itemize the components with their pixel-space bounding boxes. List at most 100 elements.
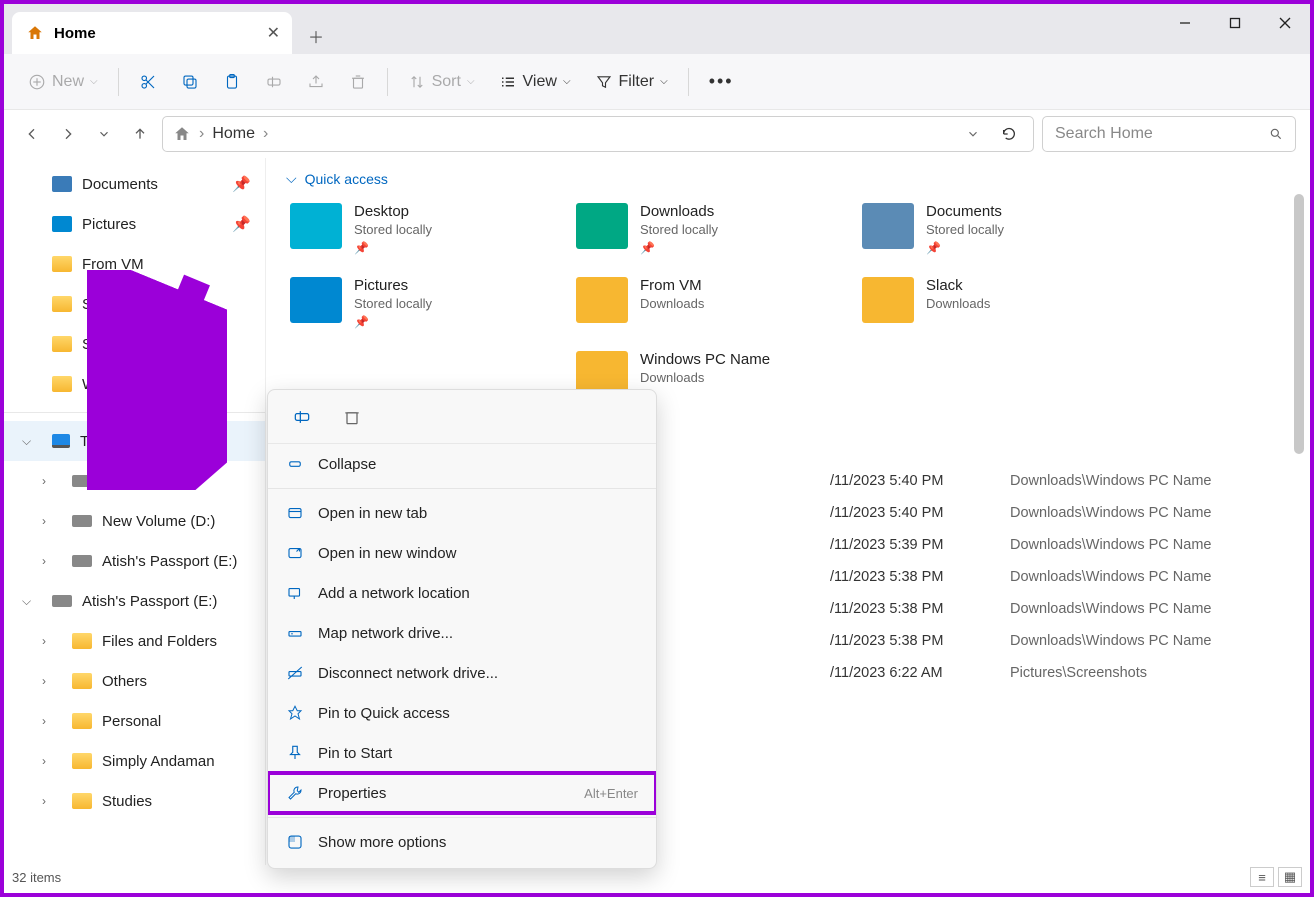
chevron-right-icon[interactable]: › (42, 754, 46, 768)
chevron-right-icon[interactable]: › (42, 514, 46, 528)
ctx-rename-button[interactable] (288, 403, 316, 431)
tab-home[interactable]: Home ✕ (12, 12, 292, 54)
drive-map-icon (286, 624, 304, 642)
sidebar-drive[interactable]: ›Atish's Passport (E:) (4, 541, 265, 581)
pc-icon (52, 434, 70, 448)
sort-button[interactable]: Sort ⌵ (398, 64, 485, 100)
breadcrumb-sep: › (199, 125, 204, 143)
copy-icon (181, 73, 199, 91)
folder-icon (52, 336, 72, 352)
quickaccess-item[interactable]: DesktopStored locally📌 (286, 199, 556, 259)
share-button[interactable] (297, 64, 335, 100)
view-button[interactable]: View ⌵ (489, 64, 581, 100)
ctx-pin-start[interactable]: Pin to Start (268, 733, 656, 773)
tab-title: Home (54, 25, 96, 42)
scissors-icon (139, 73, 157, 91)
quickaccess-item[interactable]: DocumentsStored locally📌 (858, 199, 1128, 259)
ctx-collapse[interactable]: Collapse (268, 444, 656, 484)
folder-icon (72, 793, 92, 809)
ctx-add-network[interactable]: Add a network location (268, 573, 656, 613)
separator (268, 488, 656, 489)
quickaccess-item[interactable]: SlackDownloads (858, 273, 1128, 333)
sidebar-item[interactable]: Windows PC Name (4, 364, 265, 404)
breadcrumb-sep: › (263, 125, 268, 143)
chevron-right-icon[interactable]: › (42, 474, 46, 488)
quickaccess-item[interactable]: PicturesStored locally📌 (286, 273, 556, 333)
share-icon (307, 73, 325, 91)
ctx-open-tab[interactable]: Open in new tab (268, 493, 656, 533)
folder-icon (862, 277, 914, 323)
sidebar-folder[interactable]: ›Simply Andaman (4, 741, 265, 781)
sidebar-folder[interactable]: ›Files and Folders (4, 621, 265, 661)
forward-button[interactable] (54, 120, 82, 148)
chevron-down-icon[interactable]: ⌵ (22, 434, 31, 449)
more-button[interactable]: ••• (699, 64, 744, 100)
new-button[interactable]: New ⌵ (18, 64, 108, 100)
search-icon (1269, 127, 1283, 141)
chevron-right-icon[interactable]: › (42, 674, 46, 688)
maximize-button[interactable] (1210, 4, 1260, 42)
window-controls (1160, 4, 1310, 42)
sidebar-item[interactable]: Slack (4, 284, 265, 324)
ctx-properties[interactable]: PropertiesAlt+Enter (268, 773, 656, 813)
refresh-button[interactable] (995, 126, 1023, 142)
titlebar: Home ✕ ＋ (4, 4, 1310, 54)
copy-button[interactable] (171, 64, 209, 100)
ctx-open-window[interactable]: Open in new window (268, 533, 656, 573)
sidebar-folder[interactable]: ›Personal (4, 701, 265, 741)
scrollbar-main[interactable] (1294, 194, 1306, 864)
ctx-delete-button[interactable] (338, 403, 366, 431)
back-button[interactable] (18, 120, 46, 148)
paste-button[interactable] (213, 64, 251, 100)
sidebar-ext-drive[interactable]: ⌵ Atish's Passport (E:) (4, 581, 265, 621)
separator (688, 68, 689, 96)
close-window-button[interactable] (1260, 4, 1310, 42)
ctx-map-drive[interactable]: Map network drive... (268, 613, 656, 653)
chevron-down-icon[interactable]: ⌵ (22, 594, 31, 609)
ctx-disconnect-drive[interactable]: Disconnect network drive... (268, 653, 656, 693)
separator (268, 817, 656, 818)
scroll-thumb[interactable] (1294, 194, 1304, 454)
address-history-button[interactable] (959, 127, 987, 141)
sidebar-drive[interactable]: ›New Volume (D:) (4, 501, 265, 541)
rename-button[interactable] (255, 64, 293, 100)
chevron-right-icon[interactable]: › (42, 634, 46, 648)
ctx-pin-quickaccess[interactable]: Pin to Quick access (268, 693, 656, 733)
new-tab-button[interactable]: ＋ (298, 18, 334, 54)
quickaccess-item[interactable]: From VMDownloads (572, 273, 842, 333)
sidebar-item[interactable]: Pictures📌 (4, 204, 265, 244)
disconnect-icon (286, 664, 304, 682)
section-quickaccess[interactable]: ⌵ Quick access (286, 170, 1290, 187)
chevron-right-icon[interactable]: › (42, 714, 46, 728)
details-view-button[interactable]: ≡ (1250, 867, 1274, 887)
delete-button[interactable] (339, 64, 377, 100)
sidebar-folder[interactable]: ›Studies (4, 781, 265, 821)
minimize-button[interactable] (1160, 4, 1210, 42)
ctx-show-more[interactable]: Show more options (268, 822, 656, 862)
sidebar-item[interactable]: Documents📌 (4, 164, 265, 204)
chevron-right-icon[interactable]: › (42, 554, 46, 568)
folder-icon (52, 296, 72, 312)
pin-icon: 📌 (354, 315, 432, 329)
search-input[interactable]: Search Home (1042, 116, 1296, 152)
up-button[interactable] (126, 120, 154, 148)
filter-button[interactable]: Filter ⌵ (585, 64, 678, 100)
folder-icon (290, 203, 342, 249)
sidebar-folder[interactable]: ›Others (4, 661, 265, 701)
separator (4, 412, 265, 413)
quickaccess-item[interactable]: DownloadsStored locally📌 (572, 199, 842, 259)
pin-icon: 📌 (354, 241, 432, 255)
sidebar-item[interactable]: From VM (4, 244, 265, 284)
close-tab-icon[interactable]: ✕ (267, 23, 280, 43)
sidebar-this-pc[interactable]: ⌵ This PC (4, 421, 265, 461)
chevron-right-icon[interactable]: › (42, 794, 46, 808)
filter-icon (595, 73, 613, 91)
address-bar[interactable]: › Home › (162, 116, 1034, 152)
recent-locations-button[interactable] (90, 120, 118, 148)
folder-icon (72, 713, 92, 729)
sidebar-drive[interactable]: ›OS (C:) (4, 461, 265, 501)
breadcrumb-current[interactable]: Home (212, 125, 255, 143)
cut-button[interactable] (129, 64, 167, 100)
sidebar-item[interactable]: Slack RSS (4, 324, 265, 364)
icons-view-button[interactable]: ▦ (1278, 867, 1302, 887)
